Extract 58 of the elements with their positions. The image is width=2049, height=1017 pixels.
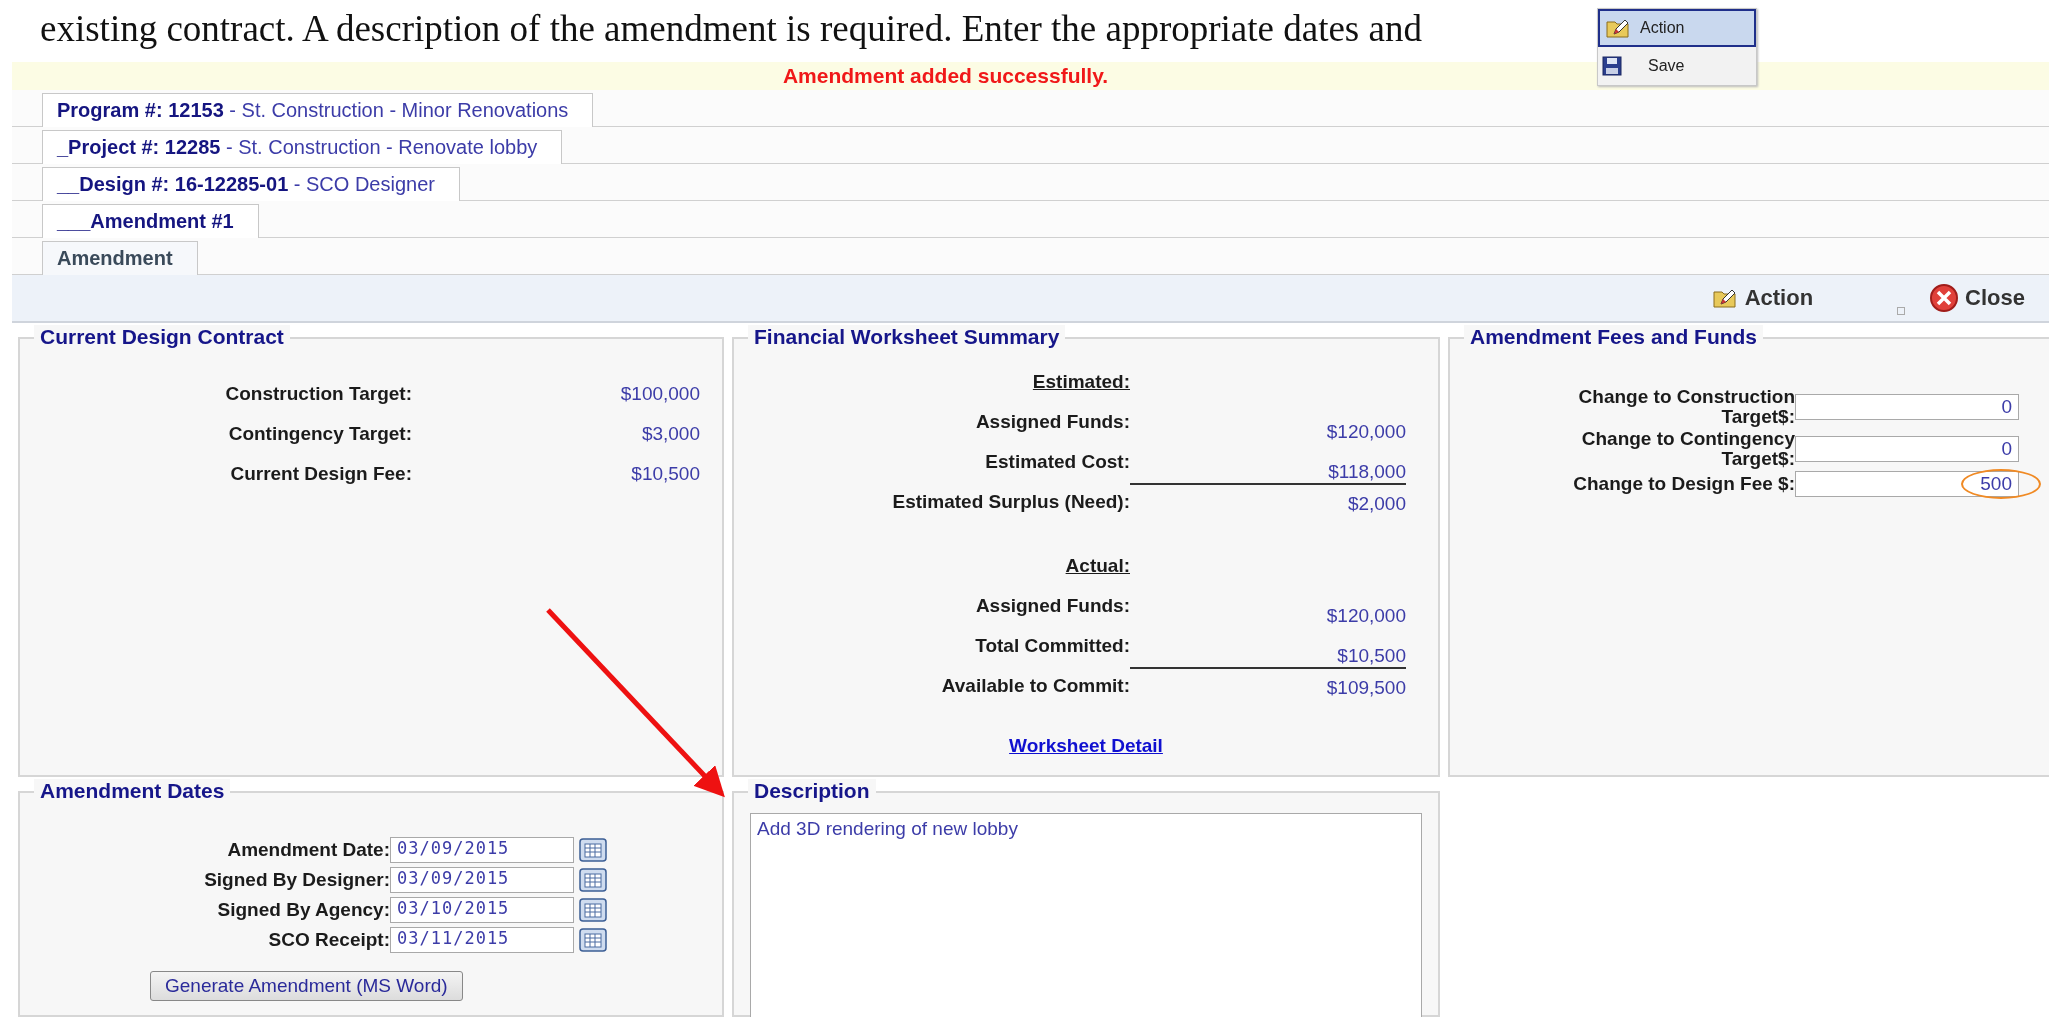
folder-pencil-icon xyxy=(1606,17,1632,39)
field-label: Amendment Date: xyxy=(226,839,390,861)
success-message: Amendment added successfully. xyxy=(782,64,1109,88)
field-label: Assigned Funds: xyxy=(974,410,1130,434)
field-label: Available to Commit: xyxy=(940,674,1130,698)
input-field[interactable]: 0 xyxy=(1795,394,2019,420)
field-label: SCO Receipt: xyxy=(267,929,390,951)
close-icon xyxy=(1929,283,1960,313)
tab[interactable]: Amendment xyxy=(42,241,198,275)
tab[interactable]: Program #: 12153 - St. Construction - Minor Renovations xyxy=(42,93,594,127)
description-field[interactable]: Add 3D rendering of new lobby xyxy=(750,813,1422,1017)
field-value: $2,000 xyxy=(1130,483,1406,521)
menu-item[interactable]: Save xyxy=(1598,47,1756,85)
panel-title: Description xyxy=(748,779,876,803)
calendar-icon[interactable] xyxy=(579,898,607,922)
field-label: Construction Target: xyxy=(224,383,412,405)
field-value: $10,500 xyxy=(1336,644,1406,667)
field-value: $3,000 xyxy=(640,423,700,445)
field-label: Change to Design Fee $: xyxy=(1572,474,1795,494)
panel-title: Financial Worksheet Summary xyxy=(748,325,1066,349)
field-value: $109,500 xyxy=(1130,667,1406,705)
toolbar-button[interactable]: Close xyxy=(1919,279,2035,317)
tab[interactable]: _Project #: 12285 - St. Construction - Renovate lobby xyxy=(42,130,563,164)
field-label: Current Design Fee: xyxy=(229,463,412,485)
field-label: Signed By Designer: xyxy=(203,869,390,891)
date-field[interactable]: 03/10/2015 xyxy=(390,897,574,923)
field-value: $100,000 xyxy=(619,383,700,405)
field-label: Change to Contingency Target$: xyxy=(1580,429,1795,469)
field-label: Signed By Agency: xyxy=(216,899,390,921)
tab[interactable]: __Design #: 16-12285-01 - SCO Designer xyxy=(42,167,460,201)
worksheet-link[interactable]: Worksheet Detail xyxy=(1009,735,1163,756)
field-value: $118,000 xyxy=(1327,460,1406,483)
field-label: Total Committed: xyxy=(974,634,1130,658)
date-field[interactable]: 03/09/2015 xyxy=(390,837,574,863)
menu-item[interactable]: Action xyxy=(1598,9,1756,47)
instruction-text: existing contract. A description of the amendment is required. Enter the appropriate dates and xyxy=(40,7,1422,51)
date-field[interactable]: 03/11/2015 xyxy=(390,927,574,953)
field-label: Assigned Funds: xyxy=(974,594,1130,618)
field-label: Change to Construction Target$: xyxy=(1577,387,1795,427)
field-label: Estimated Surplus (Need): xyxy=(891,490,1130,514)
section-heading: Estimated: xyxy=(1031,370,1130,394)
calendar-icon[interactable] xyxy=(579,928,607,952)
input-field[interactable]: 500 xyxy=(1795,471,2019,497)
field-label: Contingency Target: xyxy=(227,423,412,445)
calendar-icon[interactable] xyxy=(579,868,607,892)
field-value: $120,000 xyxy=(1325,420,1406,443)
date-field[interactable]: 03/09/2015 xyxy=(390,867,574,893)
calendar-icon[interactable] xyxy=(579,838,607,862)
section-heading: Actual: xyxy=(1064,554,1130,578)
folder-pencil-icon xyxy=(1712,287,1739,309)
field-value: $120,000 xyxy=(1325,604,1406,627)
field-label: Estimated Cost: xyxy=(984,450,1130,474)
field-value: $10,500 xyxy=(630,463,700,485)
input-field[interactable]: 0 xyxy=(1795,436,2019,462)
panel-title: Current Design Contract xyxy=(34,325,290,349)
tab[interactable]: ___Amendment #1 xyxy=(42,204,259,238)
toolbar-button[interactable]: Action xyxy=(1702,281,1824,315)
generate-button[interactable]: Generate Amendment (MS Word) xyxy=(150,971,463,1001)
